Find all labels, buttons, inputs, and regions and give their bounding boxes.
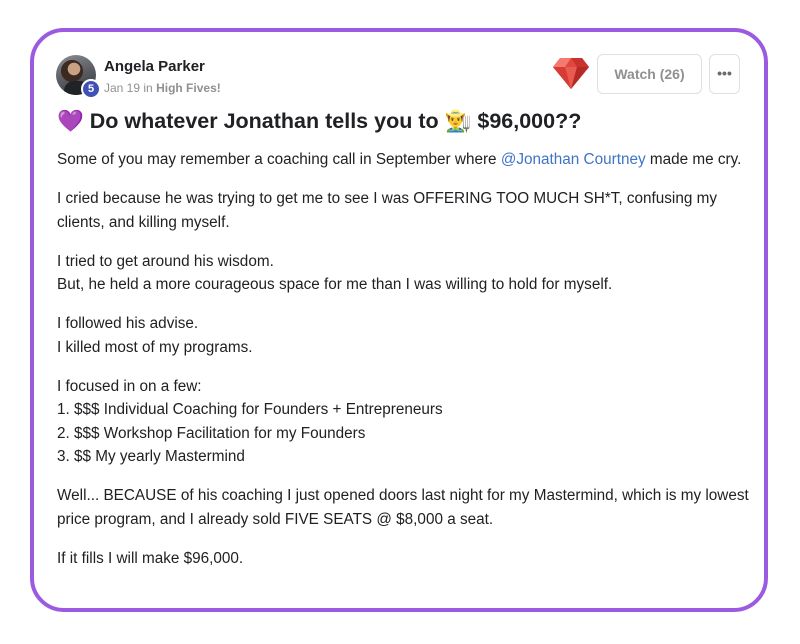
post-meta: Jan 19 in High Fives! <box>104 81 221 95</box>
mention-link[interactable]: @Jonathan Courtney <box>501 151 646 168</box>
paragraph: I followed his advise. I killed most of m… <box>57 315 253 356</box>
paragraph: Some of you may remember a coaching call… <box>57 151 742 168</box>
paragraph: Well... BECAUSE of his coaching I just o… <box>57 487 749 528</box>
post-date: Jan 19 <box>104 81 141 95</box>
paragraph: If it fills I will make $96,000. <box>57 549 244 567</box>
author-name[interactable]: Angela Parker <box>104 58 205 75</box>
level-badge: 5 <box>81 79 101 99</box>
post-title: 💜 Do whatever Jonathan tells you to 👨‍🌾 … <box>57 109 757 134</box>
paragraph: I focused in on a few: 1. $$$ Individual … <box>57 377 443 466</box>
ruby-gem-icon <box>553 58 589 89</box>
watch-button[interactable]: Watch (26) <box>597 54 702 94</box>
paragraph: I tried to get around his wisdom. But, he… <box>57 252 613 294</box>
farmer-emoji-icon: 👨‍🌾 <box>444 109 472 134</box>
title-amount: $96,000?? <box>477 109 582 133</box>
group-link[interactable]: High Fives! <box>156 81 221 95</box>
post-body: Some of you may remember a coaching call… <box>57 148 757 586</box>
title-text: Do whatever Jonathan tells you to <box>89 109 439 133</box>
purple-heart-icon: 💜 <box>57 109 84 134</box>
post-in-word: in <box>143 81 153 95</box>
more-options-button[interactable]: ••• <box>709 54 740 94</box>
paragraph: I cried because he was trying to get me … <box>57 190 717 231</box>
